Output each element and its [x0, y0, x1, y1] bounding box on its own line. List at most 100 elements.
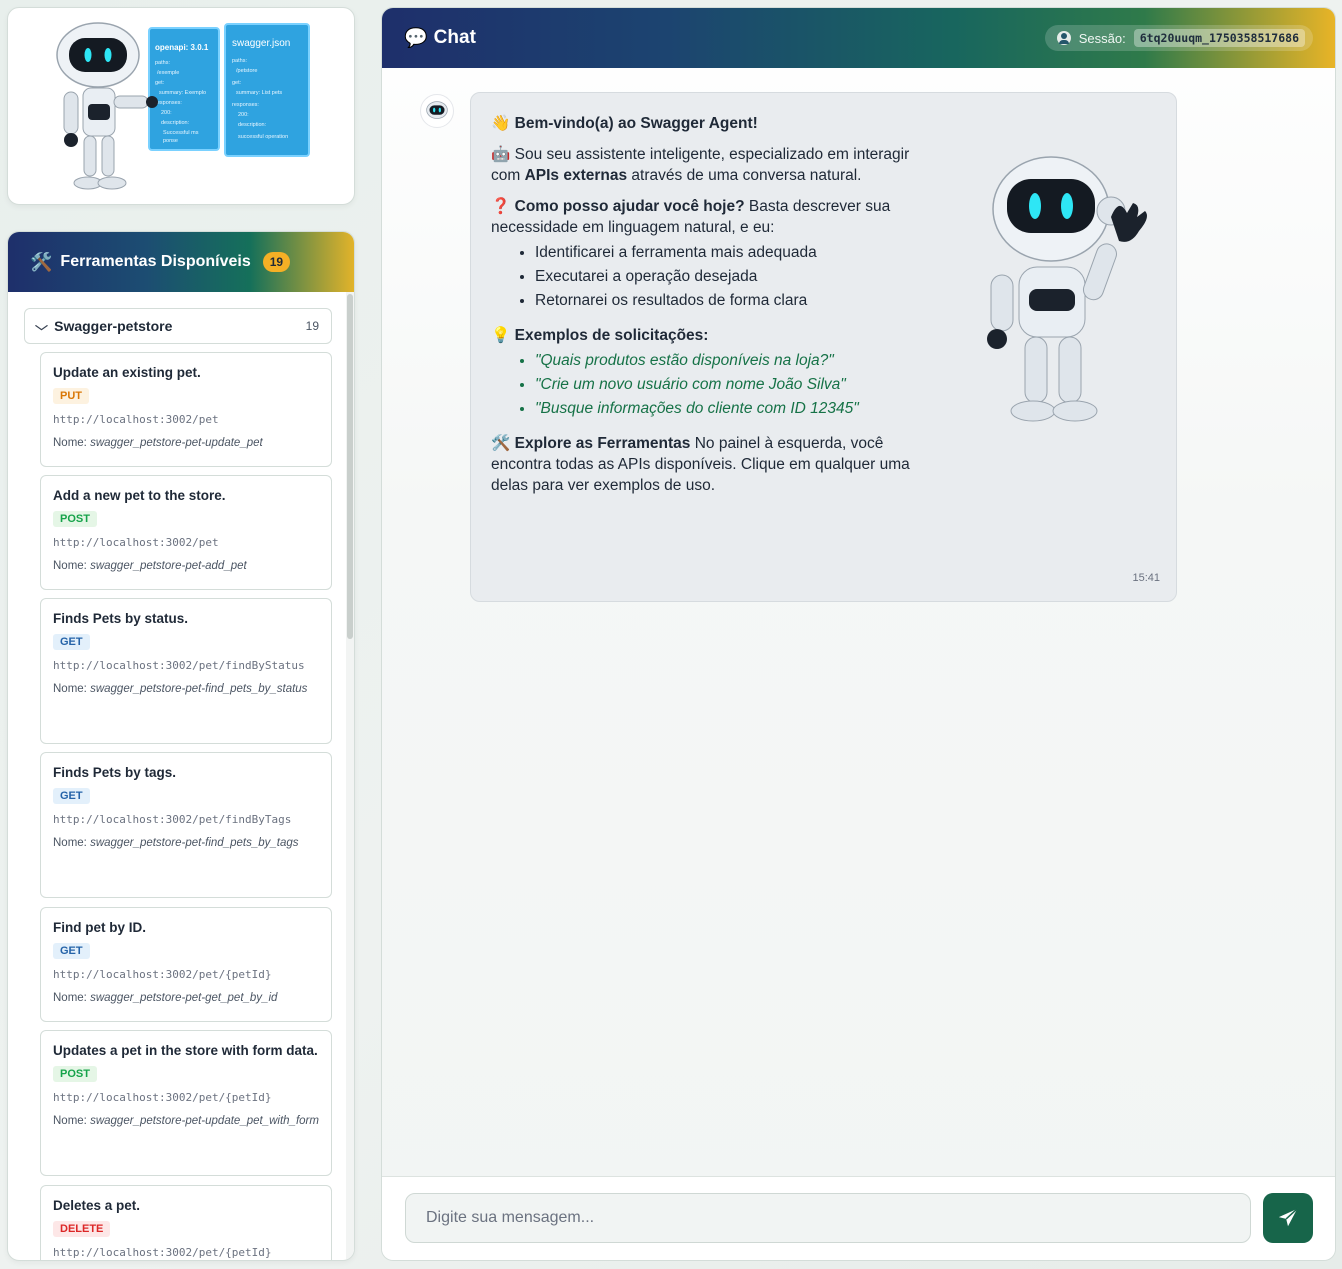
tool-group-count: 19: [305, 319, 319, 333]
tool-name: swagger_petstore-pet-find_pets_by_tags: [90, 837, 299, 849]
svg-text:summary: Exemplo: summary: Exemplo: [159, 90, 206, 96]
method-badge: PUT: [53, 388, 89, 404]
svg-text:ponse: ponse: [163, 138, 178, 144]
help-prompt: ❓ Como posso ajudar você hoje? Basta des…: [491, 198, 891, 236]
tool-name: swagger_petstore-pet-find_pets_by_status: [90, 683, 308, 695]
tool-card[interactable]: Deletes a pet. DELETE http://localhost:3…: [40, 1185, 332, 1260]
chat-header: 💬 Chat Sessão: 6tq20uuqm_1750358517686: [382, 8, 1335, 68]
bot-avatar: [420, 94, 454, 128]
svg-text:description:: description:: [161, 120, 190, 126]
tool-card[interactable]: Find pet by ID. GET http://localhost:300…: [40, 907, 332, 1022]
chat-bubble-icon: 💬: [404, 28, 428, 49]
message-input[interactable]: [405, 1193, 1251, 1243]
method-badge: GET: [53, 634, 90, 650]
svg-text:paths:: paths:: [155, 60, 170, 66]
tool-name-row: Nome: swagger_petstore-pet-get_pet_by_id: [53, 990, 319, 1006]
list-item: Executarei a operação desejada: [535, 266, 921, 287]
tools-title: Ferramentas Disponíveis: [60, 253, 251, 270]
tool-title: Updates a pet in the store with form dat…: [53, 1043, 318, 1058]
tool-title: Add a new pet to the store.: [53, 488, 226, 503]
swagger-agent-logo: openapi: 3.0.1 paths: /exemple get: summ…: [56, 22, 310, 190]
bot-message: 👋 Bem-vindo(a) ao Swagger Agent! 🤖 Sou s…: [470, 92, 1177, 602]
tool-url: http://localhost:3002/pet/{petId}: [53, 1091, 272, 1104]
tools-scrollbar-thumb[interactable]: [347, 294, 353, 639]
method-badge: POST: [53, 1066, 97, 1082]
svg-text:successful operation: successful operation: [238, 134, 288, 140]
tool-name-row: Nome: swagger_petstore-pet-find_pets_by_…: [53, 835, 319, 851]
chat-title-text: Chat: [433, 27, 476, 48]
tool-name-label: Nome:: [53, 683, 87, 695]
tool-title: Deletes a pet.: [53, 1198, 141, 1213]
message-timestamp: 15:41: [1132, 572, 1160, 584]
session-id: 6tq20uuqm_1750358517686: [1133, 29, 1305, 47]
wave-icon: 👋: [491, 115, 511, 132]
session-label: Sessão:: [1078, 30, 1126, 46]
tool-card[interactable]: Updates a pet in the store with form dat…: [40, 1030, 332, 1176]
tool-name-row: Nome: swagger_petstore-pet-update_pet: [53, 435, 319, 451]
tool-group-header[interactable]: ⌵ Swagger-petstore 19: [24, 308, 332, 344]
tool-url: http://localhost:3002/pet: [53, 536, 219, 549]
send-button[interactable]: [1263, 1193, 1313, 1243]
user-circle-icon: [1056, 31, 1071, 45]
tool-name-row: Nome: swagger_petstore-pet-update_pet_wi…: [53, 1113, 319, 1129]
waving-robot-illustration: [987, 156, 1147, 422]
method-badge: GET: [53, 788, 90, 804]
tool-title: Finds Pets by status.: [53, 611, 189, 626]
question-icon: ❓: [491, 198, 511, 215]
explore-note: 🛠️ Explore as Ferramentas No painel à es…: [491, 435, 910, 494]
example-item[interactable]: "Quais produtos estão disponíveis na loj…: [535, 350, 921, 371]
svg-text:description:: description:: [238, 122, 267, 128]
chevron-down-icon: ⌵: [35, 318, 48, 333]
greeting: 👋 Bem-vindo(a) ao Swagger Agent!: [491, 115, 758, 132]
tool-card[interactable]: Finds Pets by tags. GET http://localhost…: [40, 752, 332, 898]
examples-list: "Quais produtos estão disponíveis na loj…: [535, 350, 921, 419]
svg-text:200:: 200:: [238, 112, 249, 118]
tool-title: Update an existing pet.: [53, 365, 201, 380]
tools-header: 🛠️ Ferramentas Disponíveis 19: [8, 232, 354, 292]
chat-panel: 💬 Chat Sessão: 6tq20uuqm_1750358517686 👋…: [381, 7, 1336, 1261]
tools-icon: 🛠️: [30, 251, 53, 272]
svg-text:openapi: 3.0.1: openapi: 3.0.1: [155, 43, 209, 52]
svg-text:swagger.json: swagger.json: [232, 38, 290, 49]
send-icon: [1278, 1208, 1298, 1227]
intro: 🤖 Sou seu assistente inteligente, especi…: [491, 146, 910, 184]
tool-card[interactable]: Update an existing pet. PUT http://local…: [40, 352, 332, 467]
robot-icon: 🤖: [491, 146, 511, 163]
tool-name-row: Nome: swagger_petstore-pet-find_pets_by_…: [53, 681, 319, 697]
svg-text:/petstore: /petstore: [236, 68, 257, 74]
svg-text:/exemple: /exemple: [157, 70, 179, 76]
svg-text:get:: get:: [232, 80, 242, 86]
example-item[interactable]: "Crie um novo usuário com nome João Silv…: [535, 374, 921, 395]
tool-group-name: Swagger-petstore: [54, 318, 173, 334]
svg-text:Successful ms: Successful ms: [163, 130, 199, 136]
tools-panel: 🛠️ Ferramentas Disponíveis 19 ⌵ Swagger-…: [7, 231, 355, 1261]
tool-name: swagger_petstore-pet-add_pet: [90, 560, 247, 572]
tool-card[interactable]: Finds Pets by status. GET http://localho…: [40, 598, 332, 744]
svg-text:get:: get:: [155, 80, 165, 86]
tool-url: http://localhost:3002/pet: [53, 413, 219, 426]
example-item[interactable]: "Busque informações do cliente com ID 12…: [535, 398, 921, 419]
svg-text:paths:: paths:: [232, 58, 247, 64]
tools-icon: 🛠️: [491, 435, 511, 452]
tool-title: Finds Pets by tags.: [53, 765, 177, 780]
method-badge: GET: [53, 943, 90, 959]
tools-list[interactable]: ⌵ Swagger-petstore 19 Update an existing…: [8, 292, 354, 1260]
tool-card[interactable]: Add a new pet to the store. POST http://…: [40, 475, 332, 590]
tool-url: http://localhost:3002/pet/findByStatus: [53, 659, 305, 672]
session-info: Sessão: 6tq20uuqm_1750358517686: [1044, 25, 1313, 51]
list-item: Retornarei os resultados de forma clara: [535, 290, 921, 311]
tool-name: swagger_petstore-pet-get_pet_by_id: [90, 992, 278, 1004]
svg-text:responses:: responses:: [155, 100, 182, 106]
tool-name: swagger_petstore-pet-update_pet: [90, 437, 263, 449]
steps-list: Identificarei a ferramenta mais adequada…: [535, 242, 921, 311]
bot-message-text: 👋 Bem-vindo(a) ao Swagger Agent! 🤖 Sou s…: [491, 113, 921, 496]
tool-name-label: Nome:: [53, 1115, 87, 1127]
svg-text:summary: List pets: summary: List pets: [236, 90, 282, 96]
svg-text:200:: 200:: [161, 110, 172, 116]
tool-name-label: Nome:: [53, 437, 87, 449]
tool-name-row: Nome: swagger_petstore-pet-add_pet: [53, 558, 319, 574]
tool-title: Find pet by ID.: [53, 920, 146, 935]
tools-scrollbar[interactable]: [346, 292, 354, 1260]
lightbulb-icon: 💡: [491, 327, 511, 344]
method-badge: DELETE: [53, 1221, 111, 1237]
